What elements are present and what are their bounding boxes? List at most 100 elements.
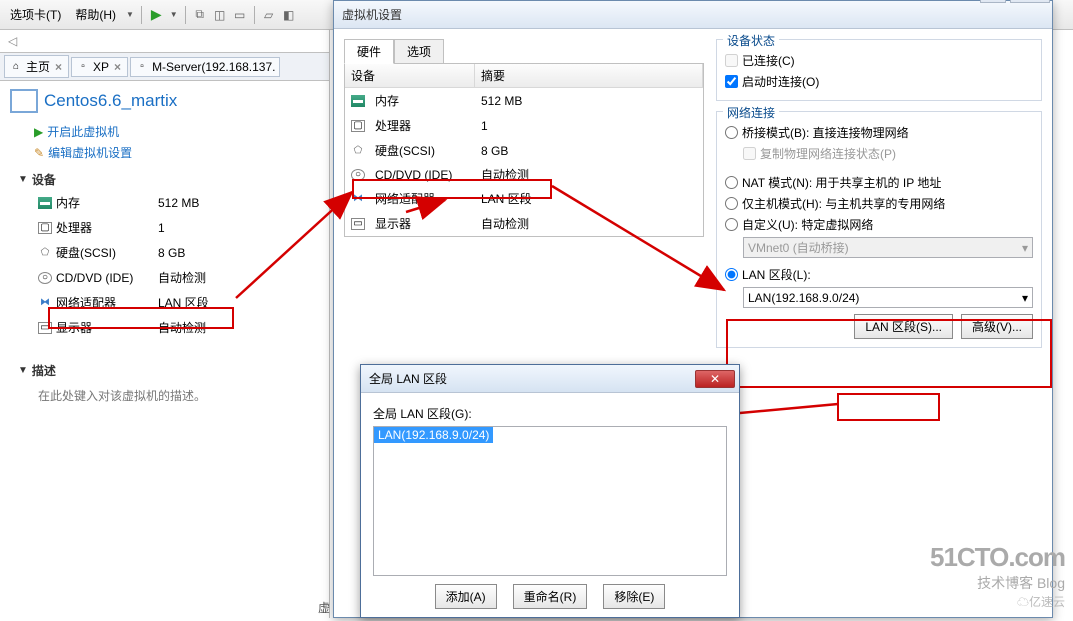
tab-hardware[interactable]: 硬件 (344, 39, 394, 64)
dev-net[interactable]: ⧓网络适配器 (38, 292, 158, 313)
global-lan-dialog: 全局 LAN 区段 ✕ 全局 LAN 区段(G): LAN(192.168.9.… (360, 364, 740, 618)
add-button[interactable]: 添加(A) (435, 584, 497, 609)
cpu-icon: ▢ (351, 120, 365, 132)
section-label: 设备 (32, 171, 56, 188)
lan-list[interactable]: LAN(192.168.9.0/24) (373, 426, 727, 576)
disk-icon: ⬠ (351, 145, 365, 157)
toolbar-icon-1[interactable]: ⧉ (191, 6, 209, 24)
list-item[interactable]: ▬内存512 MB (345, 88, 703, 113)
list-item[interactable]: ⬠硬盘(SCSI)8 GB (345, 138, 703, 163)
group-title: 网络连接 (723, 104, 779, 121)
tab-options[interactable]: 选项 (394, 39, 444, 63)
lan-combo[interactable]: LAN(192.168.9.0/24)▾ (743, 287, 1033, 308)
close-button[interactable]: ✕ (695, 370, 735, 388)
link-label: 编辑虚拟机设置 (48, 144, 132, 161)
toolbar-icon-2[interactable]: ◫ (211, 6, 229, 24)
play-icon[interactable]: ▶ (147, 6, 166, 23)
dev-val: 1 (158, 217, 311, 238)
list-item-selected[interactable]: LAN(192.168.9.0/24) (374, 427, 493, 443)
toolbar-icon-5[interactable]: ◧ (280, 6, 298, 24)
chevron-down-icon: ▾ (1022, 291, 1028, 305)
tabs-menu[interactable]: 选项卡(T) (4, 3, 67, 26)
back-icon[interactable]: ◁ (2, 34, 23, 48)
bridge-radio[interactable]: 桥接模式(B): 直接连接物理网络 (725, 122, 1033, 143)
lan-list-label: 全局 LAN 区段(G): (373, 405, 727, 422)
list-item[interactable]: ○CD/DVD (IDE)自动检测 (345, 163, 703, 186)
hostonly-radio[interactable]: 仅主机模式(H): 与主机共享的专用网络 (725, 193, 1033, 214)
disk-icon: ⬠ (38, 247, 52, 259)
col-device[interactable]: 设备 (345, 64, 475, 87)
list-item[interactable]: ▭显示器自动检测 (345, 211, 703, 236)
chevron-down-icon: ▾ (1022, 241, 1028, 255)
start-vm-link[interactable]: ▶ 开启此虚拟机 (0, 121, 329, 142)
device-state-group: 设备状态 已连接(C) 启动时连接(O) (716, 39, 1042, 101)
vm-icon: ▫ (135, 61, 149, 73)
connected-checkbox[interactable]: 已连接(C) (725, 50, 1033, 71)
vm-box-icon (10, 89, 38, 113)
memory-icon: ▬ (38, 197, 52, 209)
dialog-title: 虚拟机设置 (342, 6, 402, 23)
copy-state-checkbox: 复制物理网络连接状态(P) (725, 143, 1033, 164)
monitor-icon: ▭ (351, 218, 365, 230)
dev-val: 8 GB (158, 242, 311, 263)
lan-segment-radio[interactable]: LAN 区段(L): (725, 264, 1033, 285)
tab-label: M-Server(192.168.137. (152, 60, 275, 74)
left-panel: ◁ ⌂ 主页 × ▫ XP × ▫ M-Server(192.168.137. … (0, 30, 330, 618)
chevron-down-icon[interactable]: ▼ (124, 10, 136, 19)
watermark: 51CTO.com 技术博客 Blog ☁亿速云 (930, 542, 1065, 610)
chevron-down-icon: ▼ (18, 174, 28, 185)
custom-radio[interactable]: 自定义(U): 特定虚拟网络 (725, 214, 1033, 235)
tab-label: 主页 (26, 58, 50, 75)
memory-icon: ▬ (351, 95, 365, 107)
cd-icon: ○ (38, 272, 52, 284)
lan-segment-button[interactable]: LAN 区段(S)... (854, 314, 953, 339)
dev-val: 512 MB (158, 192, 311, 213)
dev-disk[interactable]: ⬠硬盘(SCSI) (38, 242, 158, 263)
list-item[interactable]: ⧓网络适配器LAN 区段 (345, 186, 703, 211)
advanced-button[interactable]: 高级(V)... (961, 314, 1033, 339)
remove-button[interactable]: 移除(E) (603, 584, 665, 609)
tab-xp[interactable]: ▫ XP × (71, 57, 128, 77)
tab-home[interactable]: ⌂ 主页 × (4, 55, 69, 78)
vm-icon: ▫ (76, 61, 90, 73)
toolbar-icon-3[interactable]: ▭ (231, 6, 249, 24)
device-list: 设备 摘要 ▬内存512 MB ▢处理器1 ⬠硬盘(SCSI)8 GB ○CD/… (344, 64, 704, 237)
dev-memory[interactable]: ▬内存 (38, 192, 158, 213)
vmnet-combo: VMnet0 (自动桥接)▾ (743, 237, 1033, 258)
close-icon[interactable]: × (53, 60, 64, 74)
network-icon: ⧓ (38, 297, 52, 309)
col-summary[interactable]: 摘要 (475, 64, 703, 87)
group-title: 设备状态 (723, 32, 779, 49)
dev-val: 自动检测 (158, 267, 311, 288)
nat-radio[interactable]: NAT 模式(N): 用于共享主机的 IP 地址 (725, 172, 1033, 193)
home-icon: ⌂ (9, 61, 23, 73)
dev-cpu[interactable]: ▢处理器 (38, 217, 158, 238)
rename-button[interactable]: 重命名(R) (513, 584, 588, 609)
link-label: 开启此虚拟机 (47, 123, 119, 140)
dialog-title: 全局 LAN 区段 (369, 370, 447, 387)
wrench-icon: ✎ (34, 146, 44, 160)
cpu-icon: ▢ (38, 222, 52, 234)
tab-mserver[interactable]: ▫ M-Server(192.168.137. (130, 57, 280, 77)
play-icon: ▶ (34, 125, 43, 139)
description-header[interactable]: ▼ 描述 (0, 354, 329, 383)
devices-header[interactable]: ▼ 设备 (0, 163, 329, 192)
network-icon: ⧓ (351, 193, 365, 205)
tab-label: XP (93, 60, 109, 74)
dev-mon[interactable]: ▭显示器 (38, 317, 158, 338)
partial-text: 虚 (318, 599, 330, 616)
help-button[interactable]: ? (980, 0, 1006, 3)
list-item[interactable]: ▢处理器1 (345, 113, 703, 138)
close-button[interactable]: ✕ (1010, 0, 1050, 3)
cd-icon: ○ (351, 169, 365, 181)
connect-on-start-checkbox[interactable]: 启动时连接(O) (725, 71, 1033, 92)
dev-val: 自动检测 (158, 317, 311, 338)
toolbar-icon-4[interactable]: ▱ (260, 6, 278, 24)
chevron-down-icon[interactable]: ▼ (168, 10, 180, 19)
close-icon[interactable]: × (112, 60, 123, 74)
help-menu[interactable]: 帮助(H) (69, 3, 122, 26)
edit-vm-link[interactable]: ✎ 编辑虚拟机设置 (0, 142, 329, 163)
description-text[interactable]: 在此处键入对该虚拟机的描述。 (0, 383, 329, 404)
dev-val: LAN 区段 (158, 292, 311, 313)
dev-cd[interactable]: ○CD/DVD (IDE) (38, 267, 158, 288)
